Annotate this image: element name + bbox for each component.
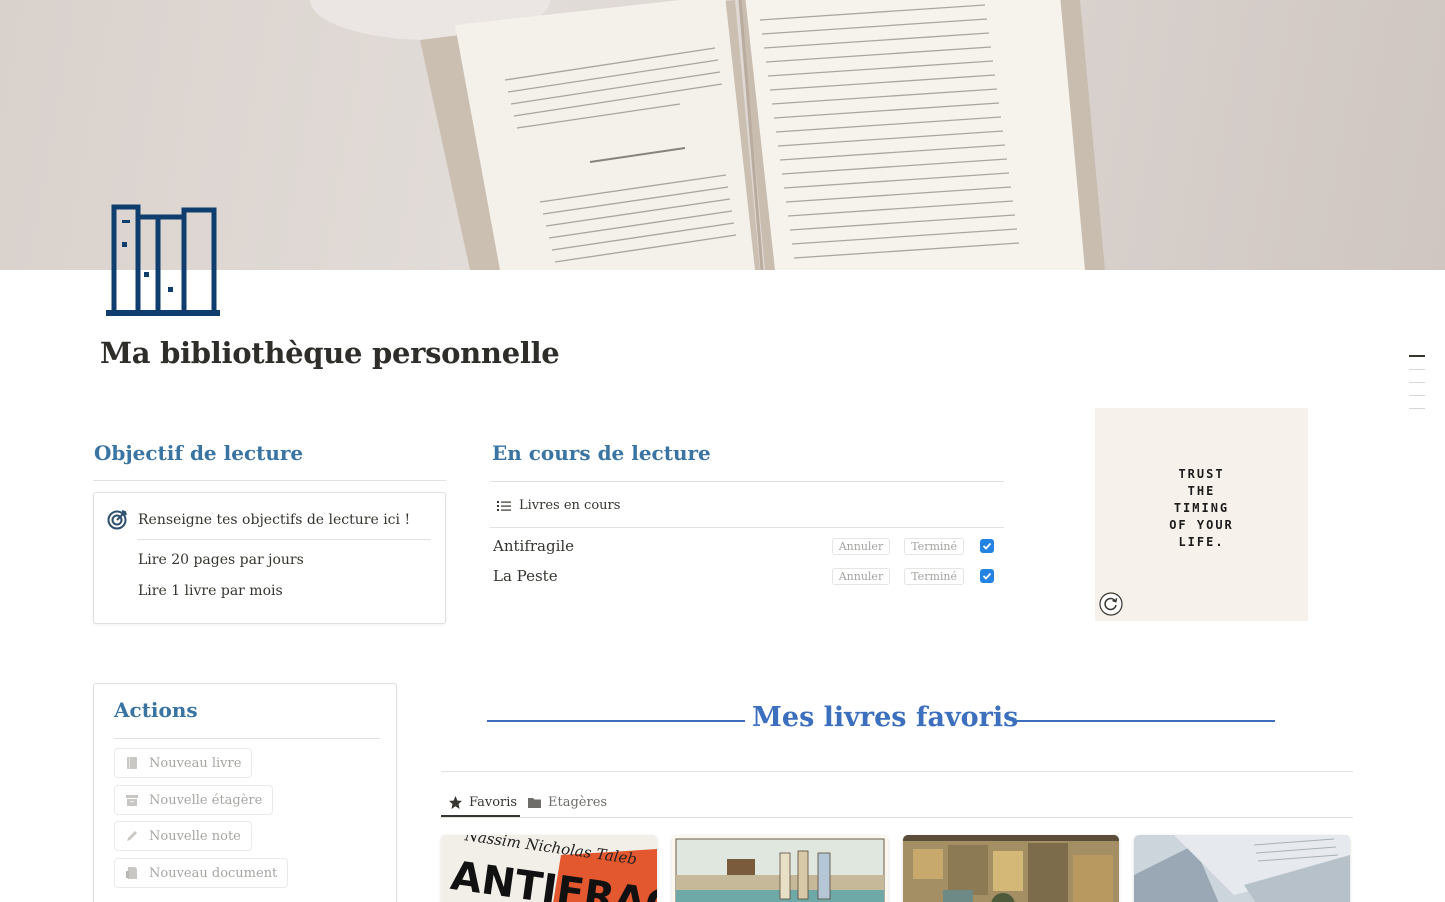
- view-label: Livres en cours: [519, 498, 621, 513]
- tab-label: Etagères: [548, 794, 608, 810]
- book-cover: [672, 835, 888, 902]
- quote-line: THE: [1187, 484, 1216, 498]
- button-label: Nouveau livre: [149, 755, 242, 771]
- actions-panel: Actions Nouveau livre Nouvelle étagère N…: [93, 683, 397, 902]
- nouvelle-etagere-button[interactable]: Nouvelle étagère: [114, 785, 274, 815]
- quote-line: LIFE.: [1178, 535, 1225, 549]
- quote-line: OF YOUR: [1169, 518, 1234, 532]
- folder-icon: [528, 797, 541, 808]
- heading-rule-left: [487, 720, 745, 722]
- list-item[interactable]: Antifragile Annuler Terminé: [493, 531, 1004, 561]
- book-title[interactable]: Antifragile: [493, 537, 832, 555]
- list-icon: [497, 500, 511, 511]
- library-icon: [104, 202, 222, 318]
- actions-heading: Actions: [114, 698, 198, 722]
- button-label: Nouveau document: [149, 865, 278, 881]
- button-label: Nouvelle note: [149, 828, 241, 844]
- toc-item[interactable]: [1409, 355, 1425, 357]
- divider: [441, 817, 1353, 818]
- document-icon: [126, 867, 137, 879]
- quote-line: TRUST: [1178, 467, 1225, 481]
- toc-item[interactable]: [1409, 408, 1425, 409]
- book-card-4[interactable]: [1134, 835, 1350, 902]
- objectif-callout: Renseigne tes objectifs de lecture ici !…: [93, 492, 446, 624]
- book-card-3[interactable]: [903, 835, 1119, 902]
- goal-item: Lire 1 livre par mois: [138, 583, 283, 599]
- shelf-icon: [126, 795, 138, 806]
- tab-etageres[interactable]: Etagères: [527, 788, 607, 816]
- checkbox[interactable]: [980, 539, 994, 553]
- nouveau-document-button[interactable]: Nouveau document: [114, 858, 289, 888]
- annuler-button[interactable]: Annuler: [831, 537, 891, 555]
- refresh-icon[interactable]: [1099, 592, 1123, 616]
- callout-text: Renseigne tes objectifs de lecture ici !: [138, 512, 411, 528]
- book-title[interactable]: La Peste: [493, 567, 832, 585]
- nouveau-livre-button[interactable]: Nouveau livre: [114, 748, 253, 778]
- divider: [490, 527, 1004, 528]
- star-icon: [449, 795, 462, 809]
- book-card-antifragile[interactable]: Nassim Nicholas Taleb ANTIFRAGILE: [441, 835, 657, 902]
- book-card-la-peste[interactable]: [672, 835, 888, 902]
- quote-image: TRUST THE TIMING OF YOUR LIFE.: [1095, 408, 1308, 621]
- book-cover: Nassim Nicholas Taleb ANTIFRAGILE: [441, 835, 657, 902]
- book-cover: [903, 835, 1119, 902]
- annuler-button[interactable]: Annuler: [831, 567, 891, 585]
- divider: [441, 771, 1353, 772]
- book-icon: [127, 757, 137, 769]
- toc-item[interactable]: [1409, 395, 1425, 396]
- checkmark-icon: [982, 572, 992, 580]
- objectif-heading: Objectif de lecture: [94, 441, 304, 465]
- view-tab-livres-en-cours[interactable]: Livres en cours: [497, 498, 620, 513]
- termine-button[interactable]: Terminé: [904, 537, 964, 555]
- nouvelle-note-button[interactable]: Nouvelle note: [114, 821, 252, 851]
- heading-rule-right: [1017, 720, 1275, 722]
- goal-item: Lire 20 pages par jours: [138, 552, 304, 568]
- quote-line: TIMING: [1173, 501, 1230, 515]
- en-cours-heading: En cours de lecture: [492, 441, 711, 465]
- book-cover: [1134, 835, 1350, 902]
- toc-item[interactable]: [1409, 382, 1425, 383]
- divider: [93, 480, 446, 481]
- checkbox[interactable]: [980, 569, 994, 583]
- checkmark-icon: [982, 542, 992, 550]
- button-label: Nouvelle étagère: [149, 792, 263, 808]
- divider: [490, 481, 1004, 482]
- toc-item[interactable]: [1409, 369, 1425, 370]
- divider: [137, 539, 431, 540]
- list-item[interactable]: La Peste Annuler Terminé: [493, 561, 1004, 591]
- table-of-contents[interactable]: [1409, 355, 1425, 421]
- quote-text: TRUST THE TIMING OF YOUR LIFE.: [1095, 466, 1308, 551]
- termine-button[interactable]: Terminé: [904, 567, 964, 585]
- divider: [114, 738, 380, 739]
- page-title: Ma bibliothèque personnelle: [100, 336, 560, 370]
- tab-label: Favoris: [469, 794, 518, 810]
- target-icon: [107, 510, 127, 530]
- tab-favoris[interactable]: Favoris: [448, 788, 517, 816]
- favoris-heading: Mes livres favoris: [752, 702, 1019, 733]
- pencil-icon: [127, 831, 137, 841]
